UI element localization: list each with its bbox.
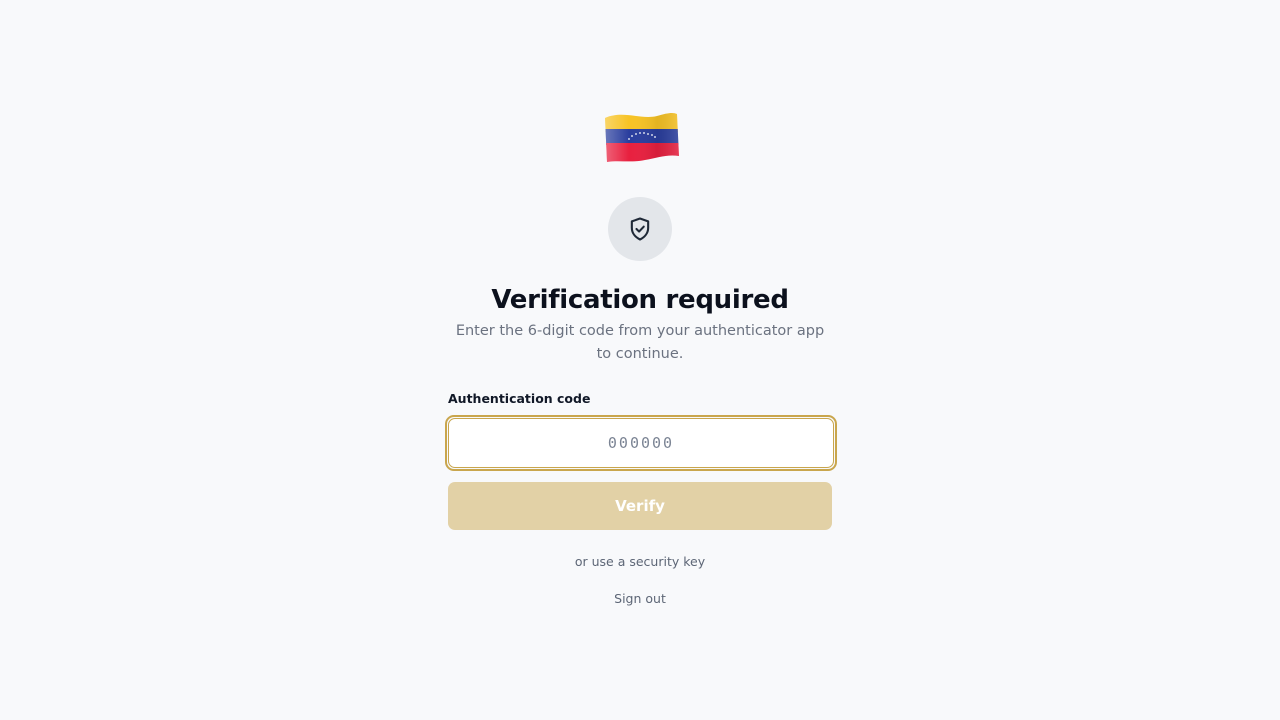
code-label: Authentication code — [448, 391, 591, 406]
security-key-link[interactable]: or use a security key — [440, 554, 840, 569]
sign-out-link[interactable]: Sign out — [440, 591, 840, 606]
page-title: Verification required — [491, 285, 789, 315]
venezuela-flag-icon — [605, 112, 679, 163]
page-subtitle: Enter the 6-digit code from your authent… — [455, 323, 825, 362]
shield-check-icon — [630, 217, 650, 241]
authentication-code-input[interactable] — [448, 418, 834, 468]
verify-button[interactable]: Verify — [448, 482, 832, 530]
shield-badge — [608, 197, 672, 261]
code-input-focus-ring — [445, 415, 837, 471]
verification-page: Verification required Enter the 6-digit … — [0, 0, 1280, 720]
